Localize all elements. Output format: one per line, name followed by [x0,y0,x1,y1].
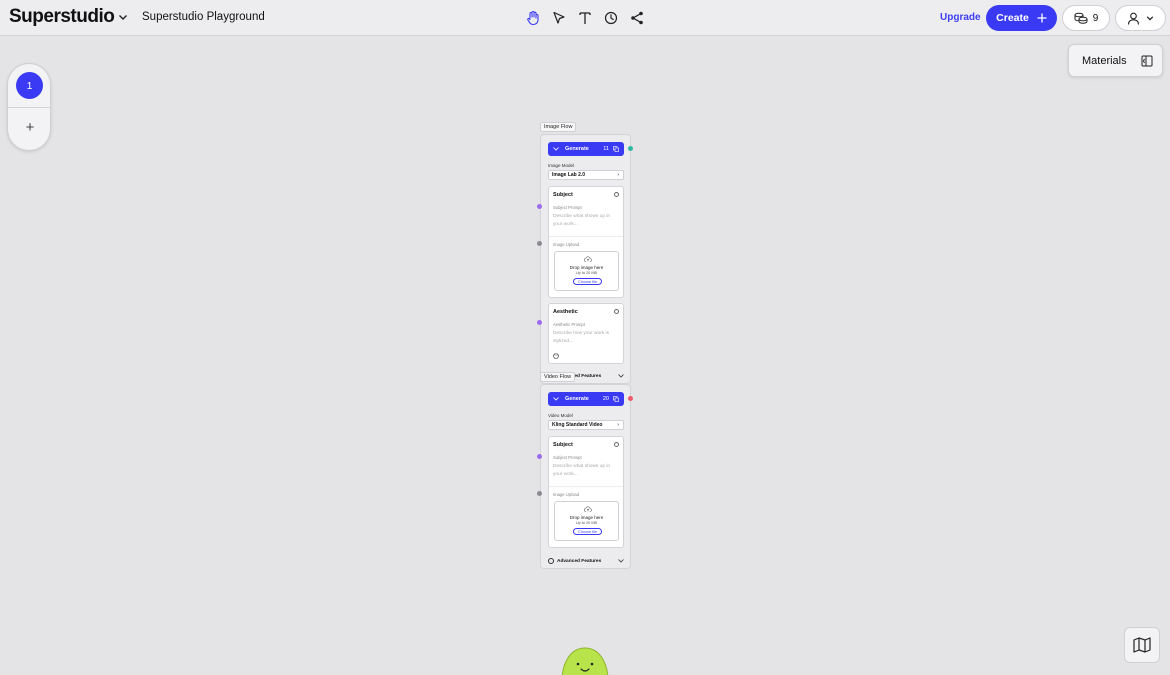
image-generate-button[interactable]: Generate 11 [548,142,624,156]
image-model-select[interactable]: Image Lab 2.0 › [548,170,624,180]
chevron-down-icon [553,147,559,151]
divider [549,236,623,237]
subject-prompt-input[interactable]: Describe what shows up in your work... [553,463,617,479]
coins-icon [613,396,619,402]
subject-prompt-input[interactable]: Describe what shows up in your work... [553,213,617,229]
canvas-switcher: 1 + [7,63,51,151]
cloud-upload-icon [584,256,592,262]
choose-file-button[interactable]: Choose file [573,278,602,285]
chevron-right-icon: › [617,422,619,428]
choose-file-button[interactable]: Choose file [573,528,602,535]
canvas-1-button[interactable]: 1 [16,72,43,99]
subject-prompt-label: Subject Prompt [553,455,582,460]
image-upload-label: Image Upload [553,492,580,497]
info-icon[interactable] [614,442,619,447]
mascot-icon[interactable] [559,644,611,675]
upgrade-link[interactable]: Upgrade [940,12,981,23]
subject-panel: Subject Subject Prompt Describe what sho… [548,186,624,298]
cloud-upload-icon [584,506,592,512]
image-flow-tag[interactable]: Image Flow [540,122,577,132]
generate-count: 11 [603,146,609,152]
app-logo[interactable]: Superstudio [9,6,115,28]
subject-prompt-label: Subject Prompt [553,205,582,210]
info-icon[interactable] [614,309,619,314]
size-limit-text: Up to 20 MB [575,521,598,525]
minimap-button[interactable] [1124,627,1160,663]
subject-title: Subject [553,192,573,198]
video-model-value: Kling Standard Video [552,422,603,428]
aesthetic-prompt-handle[interactable] [537,320,542,325]
chevron-down-icon [553,397,559,401]
chevron-down-icon [618,559,624,563]
video-subject-panel: Subject Subject Prompt Describe what sho… [548,436,624,548]
credits-count: 9 [1092,12,1099,24]
image-dropzone[interactable]: Drop image here Up to 20 MB Choose file [554,251,619,291]
chevron-down-icon [618,374,624,378]
user-icon [1127,12,1140,25]
text-icon[interactable] [577,10,593,26]
video-generate-button[interactable]: Generate 20 [548,392,624,406]
subject-title: Subject [553,442,573,448]
pointer-icon[interactable] [551,10,567,26]
generate-count: 20 [602,396,609,402]
image-output-handle[interactable] [628,146,633,151]
materials-label: Materials [1082,54,1127,67]
subject-prompt-handle[interactable] [537,204,542,209]
divider [549,486,623,487]
divider [8,107,50,108]
gear-icon [548,558,554,564]
aesthetic-prompt-input[interactable]: Describe how your work is stylized... [553,330,617,346]
image-model-value: Image Lab 2.0 [552,172,586,178]
image-flow-card: Generate 11 Image Model Image Lab 2.0 › … [540,134,631,384]
image-upload-label: Image Upload [553,242,580,247]
plus-icon [1037,13,1047,23]
chevron-right-icon: › [617,172,619,178]
coins-icon [613,146,619,152]
project-title[interactable]: Superstudio Playground [142,11,265,23]
video-model-label: Video Model [548,413,573,418]
video-model-select[interactable]: Kling Standard Video › [548,420,624,430]
video-subject-prompt-handle[interactable] [537,454,542,459]
aesthetic-panel: Aesthetic Aesthetic Prompt Describe how … [548,303,624,364]
video-flow-card: Generate 20 Video Model Kling Standard V… [540,384,631,569]
drop-text: Drop image here [569,265,604,270]
credits-button[interactable]: 9 [1062,5,1110,31]
image-model-label: Image Model [548,163,575,168]
account-button[interactable] [1115,5,1166,31]
chevron-down-icon [1146,16,1154,21]
subject-image-handle[interactable] [537,241,542,246]
video-advanced-features-toggle[interactable]: Advanced Features [548,556,624,566]
advanced-features-label: Advanced Features [557,558,602,564]
size-limit-text: Up to 20 MB [575,271,598,275]
materials-button[interactable]: Materials [1068,44,1163,77]
palette-icon[interactable] [553,353,559,359]
video-flow-tag[interactable]: Video Flow [540,372,576,382]
video-output-handle[interactable] [628,396,633,401]
generate-label: Generate [565,146,589,152]
info-icon[interactable] [614,192,619,197]
top-bar: Superstudio Superstudio Playground Upgra… [0,0,1170,36]
video-subject-image-handle[interactable] [537,491,542,496]
create-button-label: Create [996,12,1029,24]
image-dropzone[interactable]: Drop image here Up to 20 MB Choose file [554,501,619,541]
generate-label: Generate [565,396,589,402]
drop-text: Drop image here [569,515,604,520]
history-icon[interactable] [603,10,619,26]
coins-icon [1074,12,1088,24]
chevron-down-icon[interactable] [118,12,128,22]
aesthetic-prompt-label: Aesthetic Prompt [553,322,585,327]
panel-toggle-icon [1141,55,1153,66]
share-icon[interactable] [629,10,645,26]
hand-icon[interactable] [525,10,541,26]
aesthetic-title: Aesthetic [553,309,578,315]
add-canvas-button[interactable]: + [20,117,40,137]
map-icon [1133,637,1151,653]
create-button[interactable]: Create [986,5,1057,31]
